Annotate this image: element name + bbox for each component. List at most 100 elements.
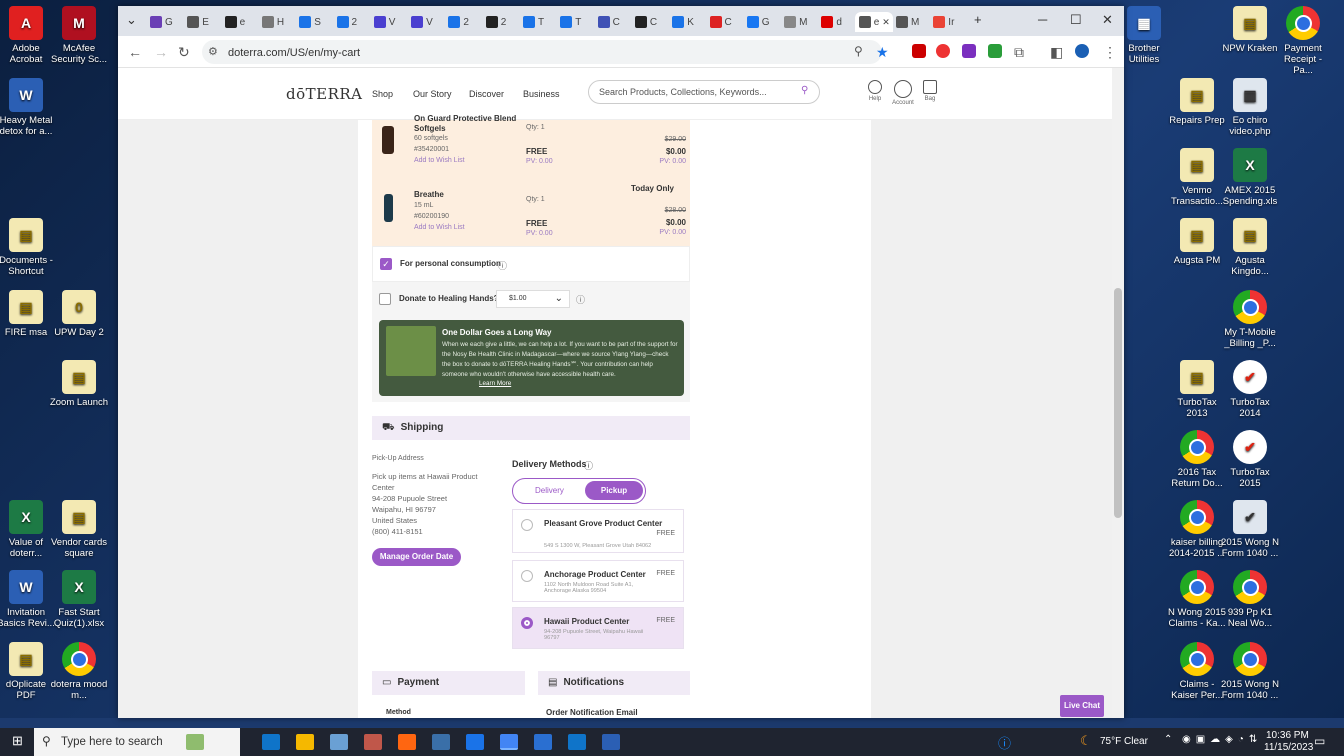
minimize-icon[interactable]: ─ xyxy=(1038,12,1047,27)
help-tray-icon[interactable]: ⓘ xyxy=(998,733,1011,752)
menu-icon[interactable]: ⋮ xyxy=(1103,44,1117,61)
desktop-icon[interactable]: ✔ TurboTax 2015 xyxy=(1220,430,1280,489)
close-tab-icon[interactable]: ✕ xyxy=(882,17,890,28)
extensions-icon[interactable]: ⧉ xyxy=(1014,44,1024,61)
desktop-icon[interactable]: 2016 Tax Return Do... xyxy=(1167,430,1227,489)
desktop-icon[interactable]: Claims - Kaiser Per... xyxy=(1167,642,1227,701)
desktop-icon[interactable]: ▤ Vendor cards square xyxy=(49,500,109,559)
desktop-icon[interactable]: ▤ Documents - Shortcut xyxy=(0,218,56,277)
live-chat-button[interactable]: Live Chat xyxy=(1060,695,1104,717)
reload-icon[interactable]: ↻ xyxy=(178,44,190,61)
desktop-icon[interactable]: doterra mood m... xyxy=(49,642,109,701)
desktop-icon[interactable]: kaiser billing 2014-2015 ... xyxy=(1167,500,1227,559)
delivery-toggle-option[interactable]: Delivery xyxy=(535,486,564,495)
desktop-icon[interactable]: ▤ FIRE msa xyxy=(0,290,56,338)
firefox-icon[interactable] xyxy=(398,734,416,750)
file-explorer-icon[interactable] xyxy=(296,734,314,750)
zoom-icon[interactable]: ⚲ xyxy=(854,44,863,58)
close-window-icon[interactable]: ✕ xyxy=(1102,12,1113,28)
product-center-option[interactable]: Hawaii Product Center FREE 94-208 Pupuole … xyxy=(512,607,684,649)
desktop-icon[interactable]: N Wong 2015 Claims - Ka... xyxy=(1167,570,1227,629)
browser-tab[interactable]: V xyxy=(370,12,406,32)
store-icon[interactable] xyxy=(466,734,484,750)
new-tab-icon[interactable]: + xyxy=(974,12,982,27)
learn-more-link[interactable]: Learn More xyxy=(479,380,511,387)
browser-tab[interactable]: 2 xyxy=(333,12,369,32)
info-icon[interactable]: ⓘ xyxy=(498,259,507,272)
forward-icon[interactable]: → xyxy=(154,44,168,60)
product-name[interactable]: Breathe xyxy=(414,190,444,199)
chrome-icon[interactable] xyxy=(500,734,518,750)
desktop-icon[interactable]: Payment Receipt - Pa... xyxy=(1273,6,1333,76)
nav-discover[interactable]: Discover xyxy=(469,89,504,99)
site-info-icon[interactable]: ⚙ xyxy=(208,45,218,58)
extension-pdf-icon[interactable] xyxy=(912,44,926,58)
browser-tab[interactable]: C xyxy=(631,12,667,32)
desktop-icon[interactable]: ▤ Agusta Kingdo... xyxy=(1220,218,1280,277)
desktop-icon[interactable]: A Adobe Acrobat xyxy=(0,6,56,65)
desktop-icon[interactable]: ▤ TurboTax 2013 xyxy=(1167,360,1227,419)
center-radio[interactable] xyxy=(521,617,533,629)
browser-tab[interactable]: G xyxy=(146,12,182,32)
nav-shop[interactable]: Shop xyxy=(372,89,393,99)
tray-chevron-icon[interactable]: ⌃ xyxy=(1164,734,1172,745)
edge-icon[interactable] xyxy=(262,734,280,750)
app-icon[interactable] xyxy=(330,734,348,750)
browser-tab[interactable]: 2 xyxy=(444,12,480,32)
product-name-line2[interactable]: Softgels xyxy=(414,124,446,133)
desktop-icon[interactable]: X AMEX 2015 Spending.xls xyxy=(1220,148,1280,207)
side-panel-icon[interactable]: ◧ xyxy=(1050,44,1063,61)
word-icon[interactable] xyxy=(602,734,620,750)
browser-tab[interactable]: E xyxy=(183,12,219,32)
desktop-icon[interactable]: ✔ 2015 Wong N Form 1040 ... xyxy=(1220,500,1280,559)
browser-tab[interactable]: H xyxy=(258,12,294,32)
browser-tab[interactable]: Ir xyxy=(929,12,965,32)
account-button[interactable]: Account xyxy=(891,80,915,106)
desktop-icon[interactable]: X Fast Start Quiz(1).xlsx xyxy=(49,570,109,629)
back-icon[interactable]: ← xyxy=(128,44,142,60)
browser-tab[interactable]: K xyxy=(668,12,704,32)
app-icon[interactable] xyxy=(364,734,382,750)
url-text[interactable]: doterra.com/US/en/my-cart xyxy=(228,47,360,59)
tab-search-icon[interactable]: ⌄ xyxy=(126,12,137,28)
donate-amount-select[interactable]: $1.00 ⌄ xyxy=(496,290,570,308)
tray-icons[interactable]: ◉▣☁◈◔⇅ xyxy=(1182,734,1262,745)
weather-text[interactable]: 75°F Clear xyxy=(1100,736,1148,747)
browser-tab[interactable]: 2 xyxy=(482,12,518,32)
notifications-icon[interactable]: ▭ xyxy=(1314,734,1325,748)
desktop-icon[interactable]: My T-Mobile _Billing _P... xyxy=(1220,290,1280,349)
browser-tab[interactable]: T xyxy=(556,12,592,32)
cortana-image-icon[interactable] xyxy=(186,734,204,750)
desktop-icon[interactable]: X Value of doterr... xyxy=(0,500,56,559)
page-scrollbar[interactable] xyxy=(1112,68,1124,718)
profile-avatar[interactable] xyxy=(1075,44,1089,58)
desktop-icon[interactable]: M McAfee Security Sc... xyxy=(49,6,109,65)
extension-r-icon[interactable] xyxy=(962,44,976,58)
donate-checkbox[interactable] xyxy=(379,293,391,305)
browser-tab[interactable]: d xyxy=(817,12,853,32)
site-search-input[interactable]: Search Products, Collections, Keywords..… xyxy=(588,80,820,104)
desktop-icon[interactable]: ✔ TurboTax 2014 xyxy=(1220,360,1280,419)
manage-order-date-button[interactable]: Manage Order Date xyxy=(372,548,461,566)
clock-time[interactable]: 10:36 PM xyxy=(1266,730,1309,741)
desktop-icon[interactable]: W Heavy Metal detox for a... xyxy=(0,78,56,137)
browser-tab[interactable]: e ✕ xyxy=(854,12,893,32)
product-center-option[interactable]: Pleasant Grove Product Center FREE 549 S 1… xyxy=(512,509,684,553)
pickup-toggle-option[interactable]: Pickup xyxy=(585,481,643,500)
browser-tab[interactable]: T xyxy=(519,12,555,32)
desktop-icon[interactable]: 2015 Wong N Form 1040 ... xyxy=(1220,642,1280,701)
extension-g-icon[interactable] xyxy=(988,44,1002,58)
desktop-icon[interactable]: ▤ Zoom Launch xyxy=(49,360,109,408)
product-center-option[interactable]: Anchorage Product Center FREE 1102 North M… xyxy=(512,560,684,602)
desktop-icon[interactable]: ▤ Repairs Prep xyxy=(1167,78,1227,126)
extension-red-icon[interactable] xyxy=(936,44,950,58)
desktop-icon[interactable]: W Invitation Basics Revi... xyxy=(0,570,56,629)
info-icon[interactable]: ⓘ xyxy=(584,459,593,472)
maximize-icon[interactable]: ☐ xyxy=(1070,12,1082,28)
browser-tab[interactable]: V xyxy=(407,12,443,32)
personal-consumption-checkbox[interactable]: ✓ xyxy=(380,258,392,270)
browser-tab[interactable]: S xyxy=(295,12,331,32)
browser-tab[interactable]: G xyxy=(743,12,779,32)
scrollbar-thumb[interactable] xyxy=(1114,288,1122,518)
center-radio[interactable] xyxy=(521,519,533,531)
